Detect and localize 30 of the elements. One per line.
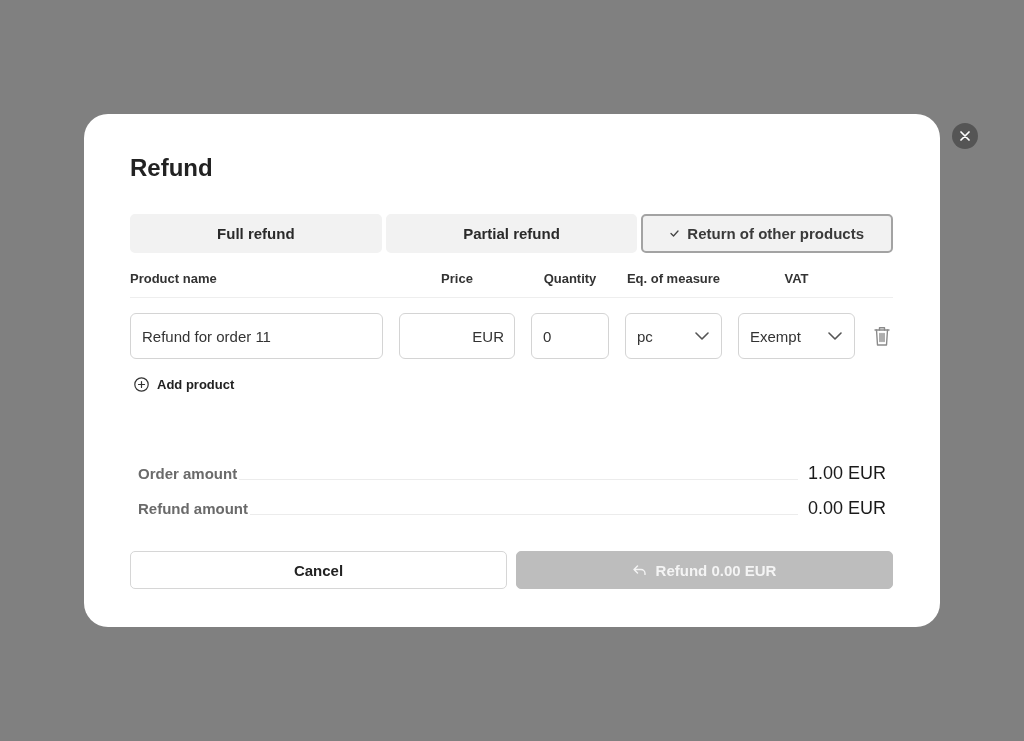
tab[interactable]: Return of other products <box>641 214 893 253</box>
chevron-down-icon <box>695 332 709 340</box>
unit-select[interactable]: pc <box>625 313 722 359</box>
check-icon <box>670 230 680 237</box>
trash-icon <box>874 326 890 346</box>
summary-value: 0.00 EUR <box>807 497 886 519</box>
vat-select[interactable]: Exempt <box>738 313 855 359</box>
column-header: Product name <box>130 270 217 288</box>
price-input[interactable]: EUR <box>399 313 515 359</box>
tab[interactable]: Partial refund <box>385 214 638 253</box>
cancel-button[interactable]: Cancel <box>130 551 507 589</box>
close-icon <box>960 131 970 141</box>
summary-label: Refund amount <box>138 499 248 517</box>
summary-value: 1.00 EUR <box>807 462 886 484</box>
delete-button[interactable] <box>874 326 890 346</box>
plus-circle-icon <box>134 376 149 392</box>
summary-label: Order amount <box>138 464 238 482</box>
column-header: VAT <box>784 270 809 288</box>
product-name-input[interactable]: Refund for order 11 <box>130 313 383 359</box>
column-header: Price <box>441 270 473 288</box>
close-button[interactable] <box>952 123 978 149</box>
quantity-input[interactable]: 0 <box>531 313 609 359</box>
return-arrow-icon <box>632 565 646 575</box>
column-header: Eq. of measure <box>626 270 721 288</box>
column-header: Quantity <box>543 270 597 288</box>
chevron-down-icon <box>828 332 842 340</box>
add-product-button[interactable]: Add product <box>130 374 235 394</box>
dialog-title: Refund <box>130 154 213 182</box>
currency-label: EUR <box>472 327 504 345</box>
tab[interactable]: Full refund <box>130 214 382 253</box>
